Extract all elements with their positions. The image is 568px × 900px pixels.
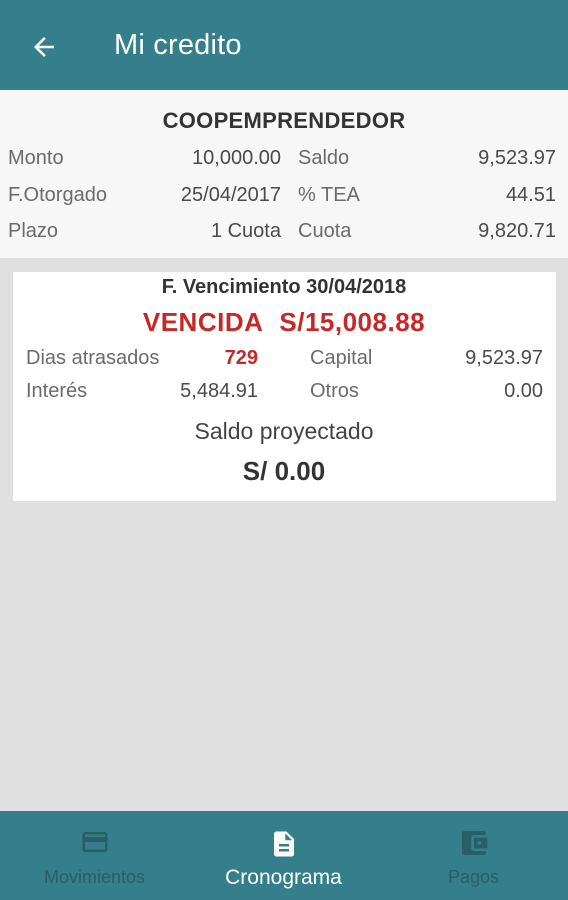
document-icon	[273, 831, 294, 857]
installment-value: 9,820.71	[478, 220, 556, 242]
wallet-icon	[461, 831, 487, 855]
summary-row: F.Otorgado 25/04/2017 % TEA 44.51	[0, 184, 568, 214]
status-badge: VENCIDA	[142, 307, 264, 337]
nav-item-pagos[interactable]: Pagos	[379, 811, 568, 900]
interest-value: 5,484.91	[180, 380, 258, 402]
overdue-amount: S/15,008.88	[279, 307, 426, 337]
interest-label: Interés	[26, 380, 88, 402]
due-date: F. Vencimiento 30/04/2018	[161, 276, 407, 298]
nav-label: Movimientos	[43, 867, 146, 887]
others-label: Otros	[310, 380, 359, 402]
granted-date-value: 25/04/2017	[180, 184, 281, 206]
nav-label: Cronograma	[225, 866, 342, 889]
amount-label: Monto	[8, 147, 64, 169]
days-late-label: Dias atrasados	[26, 347, 160, 369]
tea-value: 44.51	[505, 184, 556, 206]
projected-balance-value: S/ 0.00	[242, 456, 326, 486]
balance-label: Saldo	[298, 147, 350, 169]
nav-item-movimientos[interactable]: Movimientos	[0, 811, 189, 900]
granted-date-label: F.Otorgado	[8, 184, 107, 206]
projected-balance-label: Saldo proyectado	[194, 418, 374, 444]
card-row: Dias atrasados 729 Capital 9,523.97	[0, 347, 568, 375]
summary-row: Monto 10,000.00 Saldo 9,523.97	[0, 147, 568, 177]
term-value: 1 Cuota	[210, 220, 281, 242]
arrow-left-icon	[34, 37, 54, 57]
back-button[interactable]	[22, 25, 66, 69]
page-title: Mi credito	[114, 29, 242, 61]
capital-label: Capital	[310, 347, 373, 369]
installment-label: Cuota	[298, 220, 352, 242]
term-label: Plazo	[8, 220, 59, 242]
others-value: 0.00	[504, 380, 543, 402]
entity-name: COOPEMPRENDEDOR	[162, 108, 406, 133]
status-line: VENCIDA S/15,008.88	[0, 307, 568, 338]
balance-value: 9,523.97	[478, 147, 556, 169]
amount-value: 10,000.00	[192, 147, 281, 169]
nav-item-cronograma[interactable]: Cronograma	[189, 811, 378, 900]
app-bar: Mi credito	[0, 0, 568, 90]
capital-value: 9,523.97	[465, 347, 543, 369]
summary-row: Plazo 1 Cuota Cuota 9,820.71	[0, 220, 568, 250]
nav-label: Pagos	[447, 867, 500, 887]
card-row: Interés 5,484.91 Otros 0.00	[0, 380, 568, 408]
credit-card-icon	[82, 832, 107, 852]
days-late-value: 729	[224, 347, 258, 369]
tea-label: % TEA	[298, 184, 360, 206]
